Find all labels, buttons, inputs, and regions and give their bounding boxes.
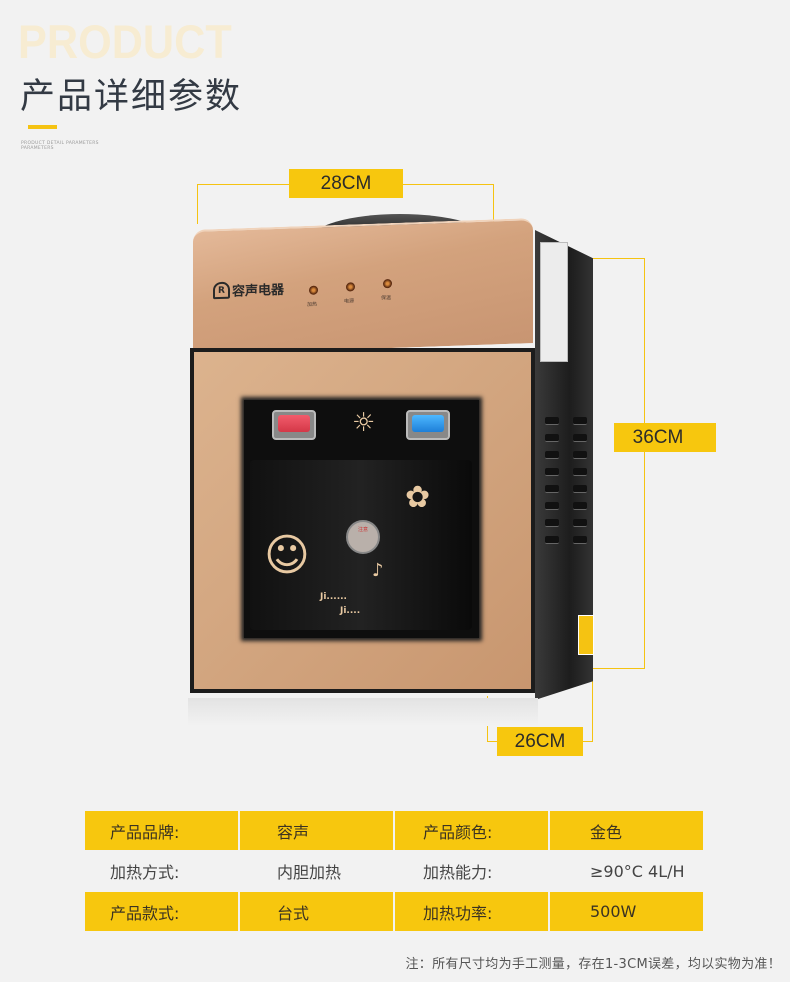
product-reflection (188, 698, 538, 726)
spec-label: 加热能力: (423, 863, 493, 882)
measurement-note: 注：所有尺寸均为手工测量，存在1-3CM误差，均以实物为准！ (405, 957, 781, 972)
control-panel: R 容声电器 加热 电源 保温 (193, 218, 533, 355)
spec-value: 容声 (240, 811, 393, 850)
spec-value: 台式 (240, 892, 393, 931)
width-label: 28CM (289, 169, 403, 198)
background-word: PRODUCT (18, 15, 232, 68)
title-underline (28, 125, 57, 129)
vent-slot (573, 519, 587, 527)
caution-sticker: 注意 (346, 520, 380, 554)
table-row: 产品品牌: 容声 产品颜色: 金色 (85, 811, 703, 850)
spec-value: 500W (550, 892, 703, 931)
vent-slot (545, 536, 559, 544)
vent-slot (573, 434, 587, 442)
height-label: 36CM (614, 423, 716, 452)
page-subtitle: PRODUCT DETAIL PARAMETERS PARAMETERS (21, 141, 99, 151)
vent-slot (545, 451, 559, 459)
warm-indicator-light (383, 278, 392, 289)
dim-line (487, 741, 497, 742)
dispensing-window: ☼ ☺ ✿ ♪ Ji...... Ji.... 注意 (244, 400, 479, 638)
sun-icon: ☼ (352, 408, 376, 438)
spec-label-sticker (540, 242, 568, 362)
spec-table: 产品品牌: 容声 产品颜色: 金色 加热方式: 内胆加热 加热能力: ≥90°C… (85, 811, 703, 932)
indicator-label: 电源 (344, 298, 355, 305)
power-indicator-light (346, 282, 355, 292)
spec-label: 产品款式: (85, 892, 238, 931)
table-row: 产品款式: 台式 加热功率: 500W (85, 892, 703, 931)
vent-slot (545, 519, 559, 527)
chick-icon: ☺ (264, 530, 310, 581)
gold-front-panel: ☼ ☺ ✿ ♪ Ji...... Ji.... 注意 (194, 352, 531, 689)
decal-text: Ji.... (340, 606, 361, 616)
spec-value: 内胆加热 (277, 863, 342, 882)
cold-water-tap (406, 410, 450, 440)
vent-slot (573, 468, 587, 476)
brand-name: 容声电器 (232, 282, 285, 300)
dim-line (593, 258, 644, 259)
vent-slot (545, 468, 559, 476)
dim-line (583, 741, 593, 742)
dim-line (593, 668, 644, 669)
decal-text: Ji...... (320, 592, 347, 602)
hot-water-tap (272, 410, 316, 440)
page-title: 产品详细参数 (20, 77, 243, 117)
indicator-label: 保温 (381, 295, 392, 302)
brand-logo-icon: R (213, 281, 230, 300)
vent-slot (573, 417, 587, 425)
table-row: 加热方式: 内胆加热 加热能力: ≥90°C 4L/H (85, 851, 703, 891)
vent-slot (573, 485, 587, 493)
vent-slot (573, 502, 587, 510)
vent-slot (545, 434, 559, 442)
spec-label: 产品颜色: (395, 811, 548, 850)
music-note-icon: ♪ (372, 560, 384, 581)
water-dispenser-image: R 容声电器 加热 电源 保温 ☼ ☺ ✿ ♪ Ji...... Ji.... … (188, 212, 598, 732)
spec-label: 产品品牌: (85, 811, 238, 850)
vent-slot (545, 485, 559, 493)
dim-line (644, 258, 645, 669)
spec-label: 加热功率: (395, 892, 548, 931)
vent-slot (545, 502, 559, 510)
warning-sticker (578, 615, 594, 655)
spec-value: ≥90°C 4L/H (590, 861, 685, 881)
heating-indicator-light (309, 285, 318, 295)
cloud-icon: ✿ (405, 480, 431, 515)
spec-label: 加热方式: (110, 863, 180, 882)
brand-logo: R 容声电器 (213, 279, 284, 300)
dispenser-front: ☼ ☺ ✿ ♪ Ji...... Ji.... 注意 (190, 348, 535, 693)
spec-value: 金色 (550, 811, 703, 850)
indicator-label: 加热 (307, 301, 318, 308)
vent-slot (573, 536, 587, 544)
vent-slot (545, 417, 559, 425)
vent-slot (573, 451, 587, 459)
